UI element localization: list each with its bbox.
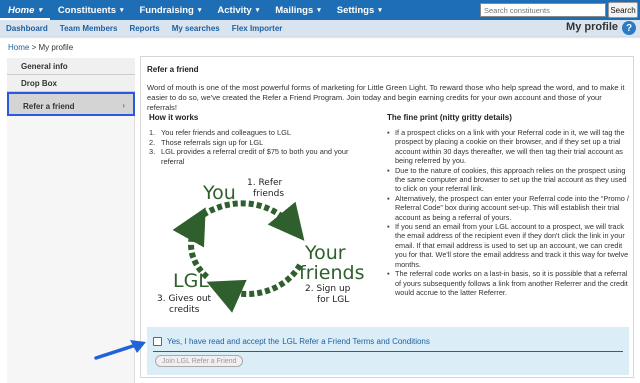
how-steps-list: 1. You refer friends and colleagues to LG… xyxy=(149,128,369,167)
terms-link[interactable]: LGL Refer a Friend Terms and Conditions xyxy=(282,337,430,346)
nav-fundraising[interactable]: Fundraising ▾ xyxy=(132,0,210,20)
agree-label: Yes, I have read and accept the xyxy=(167,337,280,346)
diagram-your: Your xyxy=(304,242,346,264)
join-refer-a-friend-button[interactable]: Join LGL Refer a Friend xyxy=(155,355,244,367)
agree-row: Yes, I have read and accept the LGL Refe… xyxy=(153,337,430,346)
diagram-signup-line2: for LGL xyxy=(317,295,349,305)
list-item: Alternatively, the prospect can enter yo… xyxy=(387,194,631,222)
nav-home[interactable]: Home ▾ xyxy=(0,2,50,20)
list-item: The referral code works on a last-in bas… xyxy=(387,269,631,297)
cycle-arrow-right xyxy=(206,263,303,313)
referral-cycle-diagram: You 1. Refer friends Your friends 2. Sig… xyxy=(157,178,364,315)
chevron-down-icon: ▾ xyxy=(38,7,42,14)
intro-text: Word of mouth is one of the most powerfu… xyxy=(147,83,625,112)
nav-settings-label: Settings xyxy=(336,4,375,16)
chevron-down-icon: ▾ xyxy=(255,7,260,14)
panel-title: Refer a friend xyxy=(147,65,199,74)
list-item: 2. Those referrals sign up for LGL xyxy=(149,137,264,147)
cycle-arrow-top xyxy=(201,200,305,241)
nav-fundraising-label: Fundraising xyxy=(139,4,194,16)
search-input[interactable] xyxy=(480,3,606,17)
chevron-down-icon: ▾ xyxy=(197,7,202,14)
list-item: 3. LGL provides a referral credit of $75 … xyxy=(149,147,349,166)
sidebar-item-refer-a-friend[interactable]: Refer a friend › xyxy=(7,92,135,116)
divider xyxy=(153,351,623,352)
sidebar-item-label: General info xyxy=(21,62,68,71)
breadcrumb-separator: > xyxy=(31,43,37,52)
nav-activity[interactable]: Activity ▾ xyxy=(209,0,267,20)
list-item: Due to the nature of cookies, this appro… xyxy=(387,166,631,194)
nav-constituents-label: Constituents xyxy=(57,4,116,16)
diagram-gives-line1: 3. Gives out xyxy=(157,294,212,304)
chevron-right-icon: › xyxy=(122,101,125,110)
list-item: If you send an email from your LGL accou… xyxy=(387,222,631,269)
sub-nav: Dashboard Team Members Reports My search… xyxy=(0,20,640,36)
diagram-you: You xyxy=(202,182,236,204)
how-it-works-heading: How it works xyxy=(149,113,199,122)
sidebar-item-drop-box[interactable]: Drop Box xyxy=(7,75,135,92)
subnav-dashboard[interactable]: Dashboard xyxy=(0,24,54,33)
diagram-lgl: LGL xyxy=(173,270,209,292)
sidebar: General info Drop Box Refer a friend › xyxy=(7,58,135,383)
diagram-refer-line2: friends xyxy=(253,189,284,199)
sidebar-item-label: Drop Box xyxy=(21,79,57,88)
page-title: My profile xyxy=(566,21,618,33)
nav-constituents[interactable]: Constituents ▾ xyxy=(50,0,132,20)
subnav-reports[interactable]: Reports xyxy=(123,24,165,33)
diagram-friends: friends xyxy=(299,262,364,284)
nav-mailings[interactable]: Mailings ▾ xyxy=(267,0,329,20)
help-icon[interactable]: ? xyxy=(622,21,636,35)
subnav-flex-importer[interactable]: Flex Importer xyxy=(226,24,289,33)
refer-panel: Refer a friend Word of mouth is one of t… xyxy=(140,56,634,378)
subnav-shadow xyxy=(0,36,640,39)
list-item: 1. You refer friends and colleagues to LG… xyxy=(149,128,291,137)
chevron-down-icon: ▾ xyxy=(317,7,321,14)
callout-arrow-icon xyxy=(94,340,146,360)
agreement-section: Yes, I have read and accept the LGL Refe… xyxy=(147,327,629,375)
breadcrumb-home[interactable]: Home xyxy=(8,43,29,52)
diagram-gives-line2: credits xyxy=(169,305,200,315)
agree-checkbox[interactable] xyxy=(153,337,162,346)
fine-print-heading: The fine print (nitty gritty details) xyxy=(387,113,512,122)
nav-mailings-label: Mailings xyxy=(275,4,314,16)
nav-activity-label: Activity xyxy=(217,4,252,16)
search-button[interactable]: Search xyxy=(608,2,638,18)
nav-settings[interactable]: Settings ▾ xyxy=(329,0,390,20)
list-item: If a prospect clicks on a link with your… xyxy=(387,128,631,166)
breadcrumb-current: My profile xyxy=(38,43,74,52)
cycle-arrow-left xyxy=(172,207,210,280)
subnav-my-searches[interactable]: My searches xyxy=(166,24,226,33)
diagram-signup-line1: 2. Sign up xyxy=(305,284,351,294)
chevron-down-icon: ▾ xyxy=(378,7,382,14)
chevron-down-icon: ▾ xyxy=(119,7,124,14)
sidebar-item-general-info[interactable]: General info xyxy=(7,58,135,75)
fine-print-list: If a prospect clicks on a link with your… xyxy=(387,128,631,297)
diagram-refer-line1: 1. Refer xyxy=(247,178,283,188)
breadcrumb: Home > My profile xyxy=(8,43,73,52)
nav-home-label: Home xyxy=(8,4,35,16)
subnav-team-members[interactable]: Team Members xyxy=(54,24,124,33)
sidebar-item-label: Refer a friend xyxy=(23,102,75,111)
